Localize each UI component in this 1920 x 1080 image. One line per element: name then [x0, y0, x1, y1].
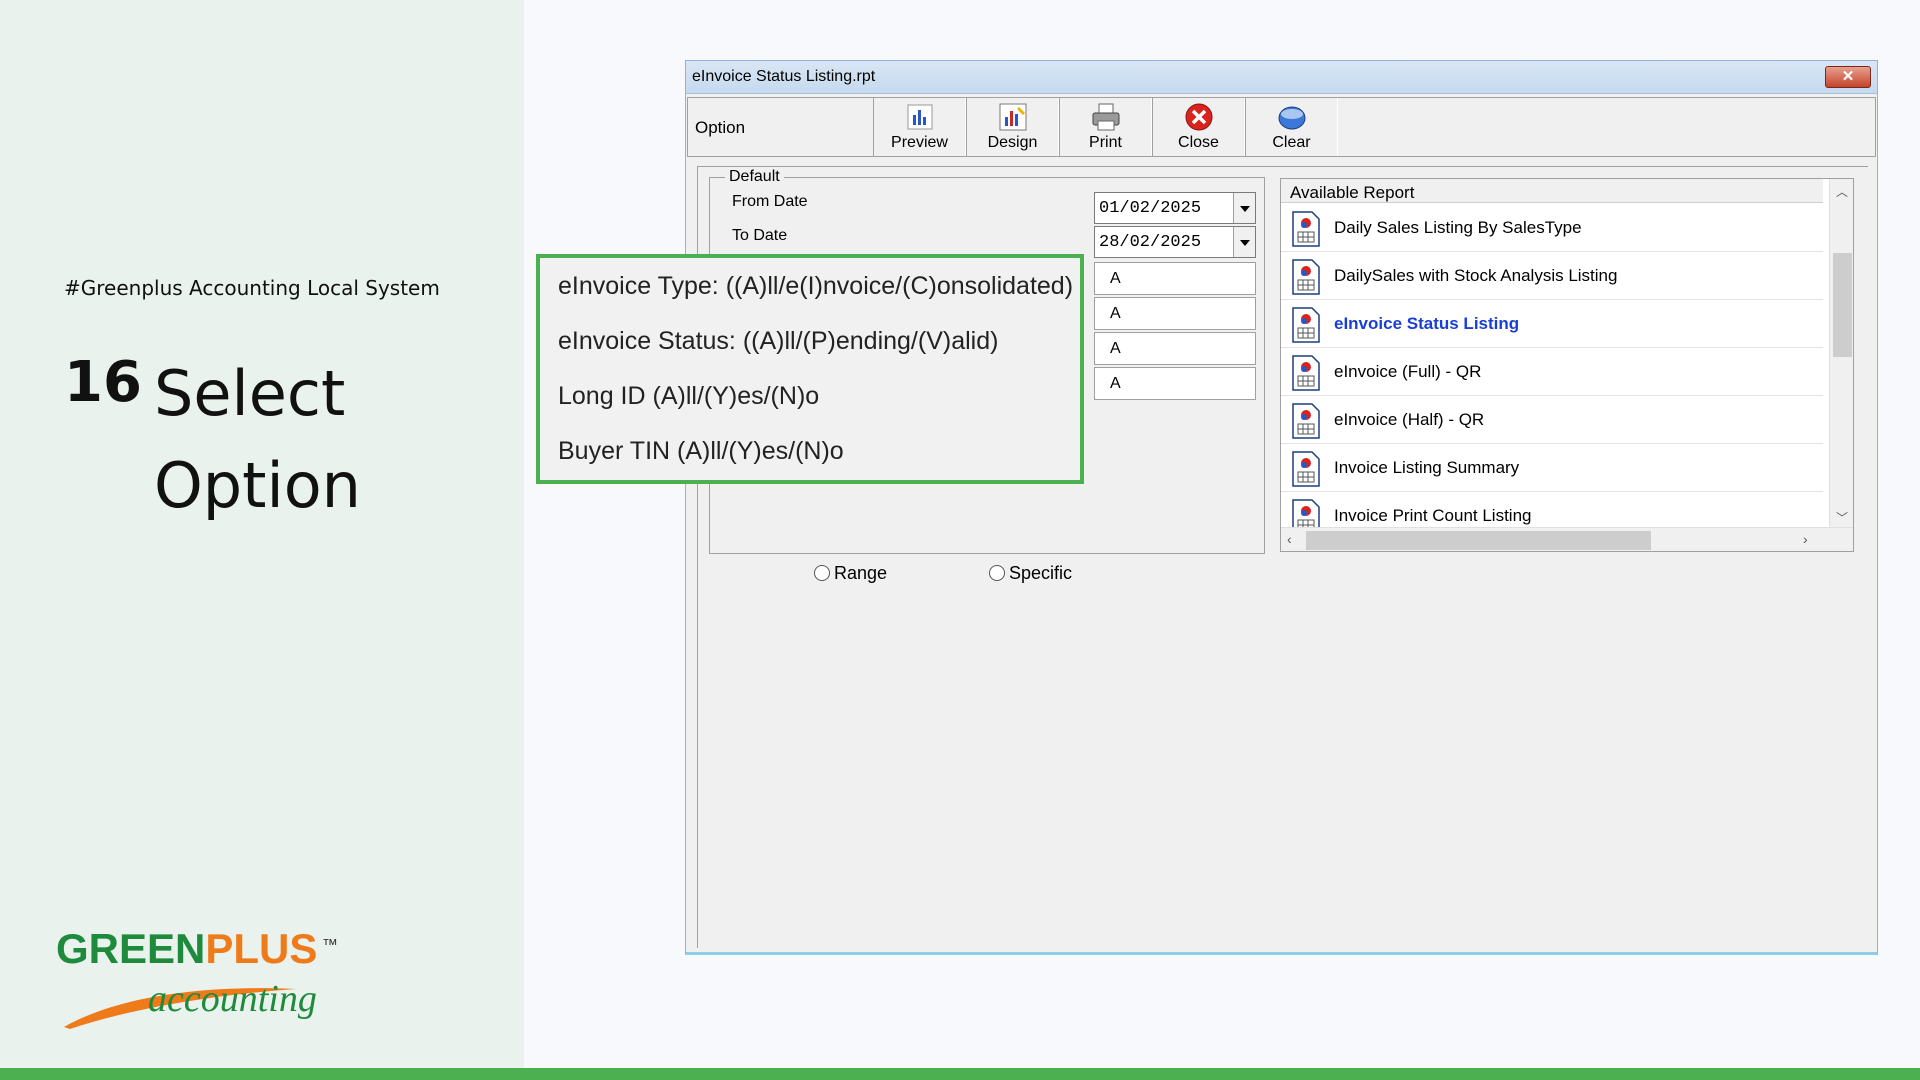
bottom-accent-bar [0, 1068, 1920, 1080]
from-date-value: 01/02/2025 [1099, 199, 1202, 218]
tagline: #Greenplus Accounting Local System [64, 276, 440, 300]
title-bar[interactable]: eInvoice Status Listing.rpt ✕ [686, 61, 1877, 94]
step-title: Select Option [154, 357, 361, 522]
clear-button[interactable]: Clear [1245, 98, 1338, 156]
preview-button[interactable]: Preview [873, 98, 966, 156]
report-document-icon [1292, 403, 1320, 439]
logo-script-text: accounting [148, 978, 317, 1020]
toolbar: Option Preview Design Print Close Clear [687, 97, 1876, 157]
logo-trademark: ™ [322, 937, 338, 954]
report-document-icon [1292, 355, 1320, 391]
report-item-label: eInvoice (Full) - QR [1334, 362, 1482, 381]
range-radio-circle[interactable] [814, 565, 830, 581]
window-title: eInvoice Status Listing.rpt [692, 68, 876, 85]
logo-green-text: GREEN [56, 925, 206, 972]
design-label: Design [987, 134, 1038, 151]
report-list-item[interactable]: eInvoice Status Listing [1281, 300, 1823, 348]
clear-globe-icon [1278, 106, 1305, 130]
design-button[interactable]: Design [966, 98, 1059, 156]
clear-label: Clear [1272, 134, 1311, 151]
report-document-icon [1292, 211, 1320, 247]
step-number: 16 [64, 350, 142, 415]
vertical-scroll-thumb[interactable] [1833, 253, 1852, 357]
scroll-right-arrow-icon[interactable]: › [1803, 531, 1808, 547]
preview-label: Preview [891, 134, 948, 151]
callout-buyer-tin: Buyer TIN (A)ll/(Y)es/(N)o [558, 437, 844, 465]
report-list-item[interactable]: DailySales with Stock Analysis Listing [1281, 252, 1823, 300]
horizontal-scroll-thumb[interactable] [1306, 531, 1651, 550]
to-date-label: To Date [732, 227, 788, 244]
specific-radio[interactable]: Specific [989, 563, 1072, 584]
window-close-button[interactable]: ✕ [1825, 66, 1871, 88]
scroll-down-arrow-icon[interactable]: ﹀ [1836, 509, 1848, 526]
design-chart-icon [999, 103, 1026, 131]
report-item-label: Daily Sales Listing By SalesType [1334, 218, 1582, 237]
toolbar-option-label: Option [695, 118, 746, 137]
callout-einvoice-type: eInvoice Type: ((A)ll/e(I)nvoice/(C)onso… [558, 272, 1074, 300]
report-item-label: Invoice Listing Summary [1334, 458, 1520, 477]
callout-einvoice-status: eInvoice Status: ((A)ll/(P)ending/(V)ali… [558, 327, 999, 355]
report-dialog: eInvoice Status Listing.rpt ✕ Option Pre… [685, 60, 1878, 955]
to-date-dropdown-button[interactable] [1233, 227, 1255, 257]
close-label: Close [1178, 134, 1219, 151]
specific-radio-circle[interactable] [989, 565, 1005, 581]
print-button[interactable]: Print [1059, 98, 1152, 156]
vertical-scrollbar[interactable]: ︿ ﹀ [1829, 179, 1853, 529]
logo-plus-text: PLUS [205, 925, 318, 972]
from-date-field[interactable]: 01/02/2025 [1094, 192, 1256, 224]
report-document-icon [1292, 259, 1320, 295]
report-list-item[interactable]: eInvoice (Half) - QR [1281, 396, 1823, 444]
report-list-item[interactable]: Invoice Listing Summary [1281, 444, 1823, 492]
available-report-list[interactable]: Available Report Daily Sales Listing By … [1280, 178, 1854, 552]
from-date-dropdown-button[interactable] [1233, 193, 1255, 223]
printer-icon [1092, 103, 1119, 131]
scroll-left-arrow-icon[interactable]: ‹ [1287, 531, 1292, 547]
report-list-item[interactable]: Daily Sales Listing By SalesType [1281, 204, 1823, 252]
einvoice-status-field[interactable]: A [1094, 297, 1256, 330]
horizontal-scrollbar[interactable]: ‹ › [1281, 527, 1853, 551]
logo-wordmark: GREENPLUS [56, 925, 317, 973]
report-document-icon [1292, 451, 1320, 487]
range-radio-label: Range [834, 563, 888, 583]
close-red-icon [1185, 103, 1212, 131]
option-callout: eInvoice Type: ((A)ll/e(I)nvoice/(C)onso… [536, 254, 1084, 484]
specific-radio-label: Specific [1009, 563, 1073, 583]
report-item-label: DailySales with Stock Analysis Listing [1334, 266, 1618, 285]
default-group-legend: Default [725, 168, 784, 186]
slide-left-panel: #Greenplus Accounting Local System 16 Se… [0, 0, 524, 1068]
available-report-header: Available Report [1281, 179, 1823, 203]
report-item-label: Invoice Print Count Listing [1334, 506, 1532, 525]
report-document-icon [1292, 307, 1320, 343]
report-item-label: eInvoice (Half) - QR [1334, 410, 1485, 429]
print-label: Print [1089, 134, 1122, 151]
from-date-label: From Date [732, 193, 808, 210]
buyer-tin-field[interactable]: A [1094, 367, 1256, 400]
preview-chart-icon [907, 104, 932, 130]
callout-long-id: Long ID (A)ll/(Y)es/(N)o [558, 382, 820, 410]
einvoice-type-field[interactable]: A [1094, 262, 1256, 295]
greenplus-logo: GREENPLUS ™ accounting [56, 925, 356, 1029]
report-list-item[interactable]: eInvoice (Full) - QR [1281, 348, 1823, 396]
long-id-field[interactable]: A [1094, 332, 1256, 365]
to-date-value: 28/02/2025 [1099, 233, 1202, 252]
report-item-label: eInvoice Status Listing [1334, 314, 1520, 333]
close-button[interactable]: Close [1152, 98, 1245, 156]
range-radio[interactable]: Range [814, 563, 887, 584]
to-date-field[interactable]: 28/02/2025 [1094, 226, 1256, 258]
scroll-up-arrow-icon[interactable]: ︿ [1836, 183, 1848, 200]
